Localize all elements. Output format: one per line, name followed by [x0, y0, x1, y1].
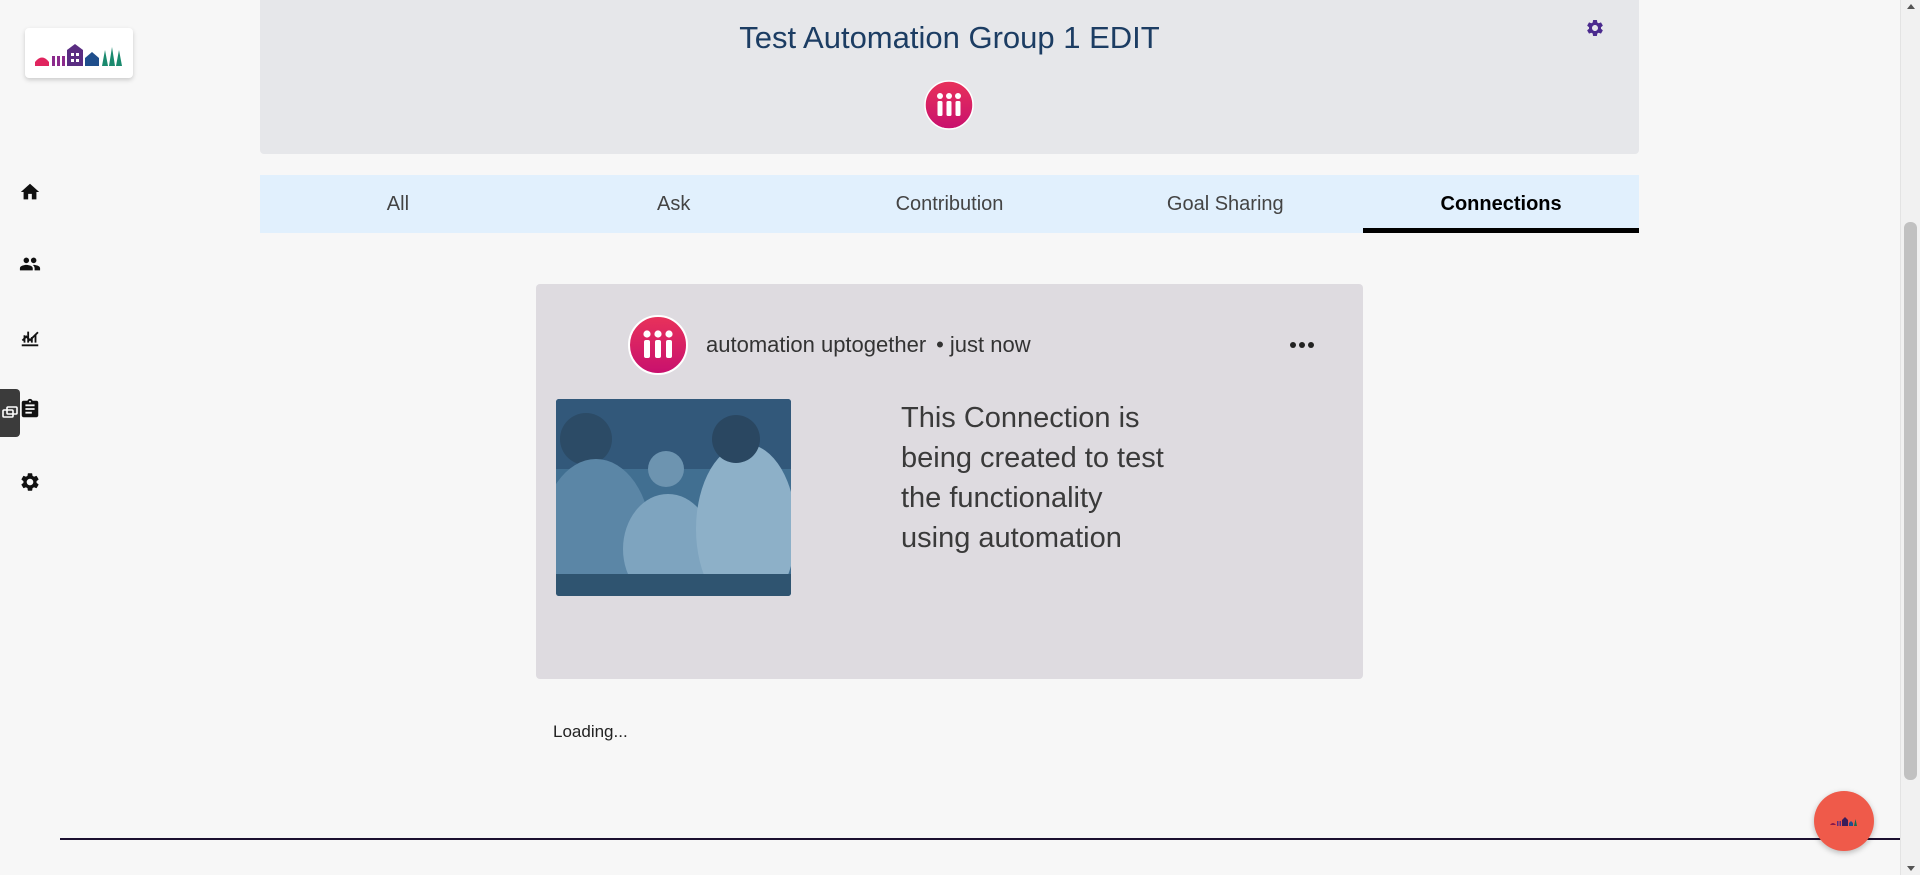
- scroll-up-icon[interactable]: [1907, 4, 1915, 9]
- meta-separator: •: [936, 332, 944, 357]
- clipboard-icon[interactable]: [18, 397, 42, 421]
- post-meta: automation uptogether • just now: [706, 332, 1031, 358]
- home-icon[interactable]: [18, 180, 42, 204]
- tab-ask[interactable]: Ask: [536, 175, 812, 233]
- post-text: This Connection is being created to test…: [901, 402, 1164, 554]
- author-avatar[interactable]: [628, 315, 688, 375]
- tab-all[interactable]: All: [260, 175, 536, 233]
- post-author[interactable]: automation uptogether: [706, 332, 926, 357]
- uptogether-logo-icon: [628, 315, 688, 375]
- post-card: automation uptogether • just now This Conn…: [536, 284, 1363, 679]
- group-settings-icon[interactable]: [1585, 18, 1605, 38]
- post-image[interactable]: [556, 399, 791, 596]
- devices-icon: [2, 406, 18, 418]
- uptogether-logo-icon: [924, 80, 974, 130]
- tab-contribution[interactable]: Contribution: [812, 175, 1088, 233]
- group-title: Test Automation Group 1 EDIT: [739, 20, 1160, 55]
- feed-tabs: All Ask Contribution Goal Sharing Connec…: [260, 175, 1639, 233]
- footer-divider: [60, 838, 1900, 840]
- houses-logo-icon: [35, 44, 122, 66]
- chart-icon[interactable]: [18, 326, 42, 350]
- app-logo[interactable]: [25, 28, 133, 78]
- houses-logo-icon: [1830, 817, 1857, 826]
- people-icon[interactable]: [18, 252, 42, 276]
- sidebar: [0, 0, 133, 875]
- tab-goal-sharing[interactable]: Goal Sharing: [1087, 175, 1363, 233]
- tab-connections[interactable]: Connections: [1363, 175, 1639, 233]
- more-options-icon[interactable]: [1286, 332, 1318, 358]
- help-chat-button[interactable]: [1814, 791, 1874, 851]
- page-scrollbar[interactable]: [1900, 0, 1920, 875]
- gear-icon[interactable]: [18, 470, 42, 494]
- loading-indicator: Loading...: [553, 722, 628, 741]
- scrollbar-thumb[interactable]: [1904, 222, 1917, 780]
- post-time: just now: [949, 332, 1031, 357]
- group-avatar[interactable]: [924, 80, 974, 130]
- scroll-down-icon[interactable]: [1907, 866, 1915, 871]
- group-header: Test Automation Group 1 EDIT: [260, 0, 1639, 154]
- side-drawer-toggle[interactable]: [0, 389, 20, 437]
